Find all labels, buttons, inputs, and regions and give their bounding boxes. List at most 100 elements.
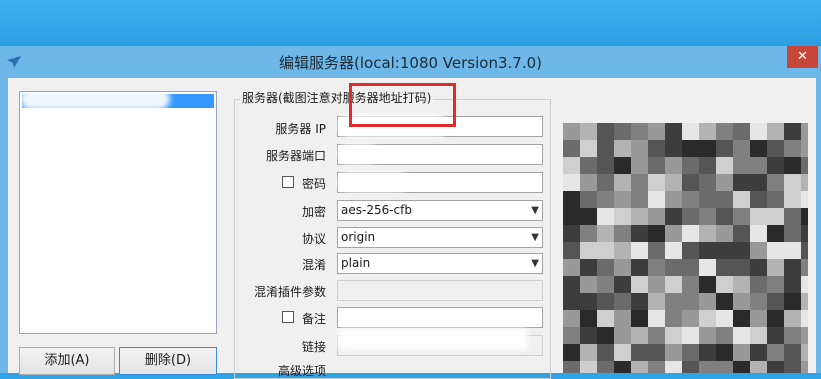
protocol-value: origin: [341, 230, 376, 244]
qr-mosaic-cell: [699, 140, 716, 157]
qr-mosaic-cell: [699, 361, 716, 373]
qr-mosaic-cell: [733, 225, 750, 242]
qr-mosaic-cell: [563, 191, 580, 208]
remarks-label: 备注: [301, 312, 326, 326]
red-highlight-box: [349, 83, 456, 127]
qr-mosaic-cell: [665, 361, 682, 373]
qr-mosaic-cell: [580, 140, 597, 157]
remarks-field[interactable]: [337, 307, 543, 328]
qr-mosaic-cell: [648, 344, 665, 361]
qr-mosaic-cell: [631, 361, 648, 373]
title-bar[interactable]: 编辑服务器(local:1080 Version3.7.0) ✕: [0, 46, 821, 78]
qr-mosaic-cell: [665, 242, 682, 259]
qr-mosaic-cell: [682, 259, 699, 276]
protocol-select[interactable]: origin ▼: [337, 227, 543, 248]
qr-mosaic-cell: [665, 310, 682, 327]
qr-mosaic-cell: [597, 327, 614, 344]
qr-mosaic-cell: [614, 344, 631, 361]
qr-mosaic-cell: [801, 361, 808, 373]
qr-mosaic-cell: [563, 361, 580, 373]
qr-mosaic-cell: [682, 191, 699, 208]
qr-mosaic-cell: [563, 259, 580, 276]
qr-mosaic-cell: [597, 174, 614, 191]
close-button[interactable]: ✕: [787, 46, 818, 68]
qr-mosaic-cell: [716, 123, 733, 140]
qr-mosaic-cell: [767, 174, 784, 191]
qr-mosaic-cell: [784, 310, 801, 327]
qr-mosaic-cell: [682, 327, 699, 344]
qr-mosaic-cell: [614, 361, 631, 373]
delete-button[interactable]: 删除(D): [119, 347, 217, 375]
qr-mosaic-cell: [699, 208, 716, 225]
qr-mosaic-cell: [716, 310, 733, 327]
qr-mosaic-cell: [631, 242, 648, 259]
qr-mosaic-cell: [699, 123, 716, 140]
qr-mosaic-cell: [716, 293, 733, 310]
qr-mosaic-cell: [733, 157, 750, 174]
qr-mosaic-cell: [682, 242, 699, 259]
qr-mosaic-cell: [631, 191, 648, 208]
qr-mosaic-cell: [597, 259, 614, 276]
qr-mosaic-cell: [801, 259, 808, 276]
qr-mosaic-cell: [631, 174, 648, 191]
qr-mosaic-cell: [563, 123, 580, 140]
qr-mosaic-cell: [563, 208, 580, 225]
qr-mosaic-cell: [716, 276, 733, 293]
qr-mosaic-cell: [631, 310, 648, 327]
add-button[interactable]: 添加(A): [19, 347, 115, 375]
qr-mosaic-cell: [580, 327, 597, 344]
qr-mosaic-cell: [801, 174, 808, 191]
qr-mosaic-cell: [682, 174, 699, 191]
qr-mosaic-cell: [699, 225, 716, 242]
qr-mosaic-cell: [648, 327, 665, 344]
qr-mosaic-cell: [665, 276, 682, 293]
qr-mosaic-cell: [801, 242, 808, 259]
advanced-label: 高级选项: [277, 364, 326, 378]
qr-mosaic-cell: [614, 293, 631, 310]
qr-mosaic-cell: [750, 208, 767, 225]
qr-mosaic-cell: [784, 140, 801, 157]
qr-mosaic-cell: [716, 225, 733, 242]
qr-mosaic-cell: [750, 140, 767, 157]
qr-mosaic-cell: [699, 327, 716, 344]
qr-mosaic-cell: [648, 259, 665, 276]
qr-mosaic-cell: [580, 361, 597, 373]
qr-mosaic-cell: [733, 140, 750, 157]
qr-mosaic-cell: [580, 310, 597, 327]
qr-mosaic-cell: [750, 293, 767, 310]
qr-mosaic-cell: [597, 157, 614, 174]
qr-mosaic-cell: [767, 123, 784, 140]
qr-mosaic-cell: [631, 140, 648, 157]
qr-mosaic-cell: [784, 157, 801, 174]
qr-mosaic-cell: [648, 157, 665, 174]
qr-mosaic-cell: [784, 293, 801, 310]
qr-mosaic-cell: [801, 157, 808, 174]
qr-mosaic-cell: [614, 174, 631, 191]
qr-mosaic-cell: [614, 242, 631, 259]
qr-mosaic-cell: [750, 174, 767, 191]
obfs-param-field[interactable]: [337, 280, 543, 301]
qr-mosaic-cell: [784, 174, 801, 191]
qr-mosaic-cell: [716, 174, 733, 191]
qr-mosaic-cell: [614, 259, 631, 276]
qr-mosaic-cell: [784, 123, 801, 140]
qr-mosaic-cell: [665, 140, 682, 157]
qr-mosaic-cell: [631, 208, 648, 225]
qr-mosaic-cell: [750, 276, 767, 293]
qr-mosaic-cell: [784, 208, 801, 225]
qr-mosaic-cell: [750, 157, 767, 174]
server-list[interactable]: [19, 91, 217, 334]
qr-mosaic-cell: [750, 242, 767, 259]
obfs-select[interactable]: plain ▼: [337, 253, 543, 274]
qr-mosaic-cell: [767, 242, 784, 259]
qr-mosaic-cell: [699, 157, 716, 174]
qr-mosaic-cell: [614, 140, 631, 157]
qr-mosaic-cell: [580, 259, 597, 276]
qr-mosaic-cell: [682, 344, 699, 361]
window-title: 编辑服务器(local:1080 Version3.7.0): [279, 54, 542, 72]
qr-mosaic-cell: [716, 191, 733, 208]
close-icon: ✕: [797, 49, 808, 64]
qr-mosaic-cell: [733, 259, 750, 276]
encryption-select[interactable]: aes-256-cfb ▼: [337, 200, 543, 221]
qr-mosaic-cell: [580, 225, 597, 242]
